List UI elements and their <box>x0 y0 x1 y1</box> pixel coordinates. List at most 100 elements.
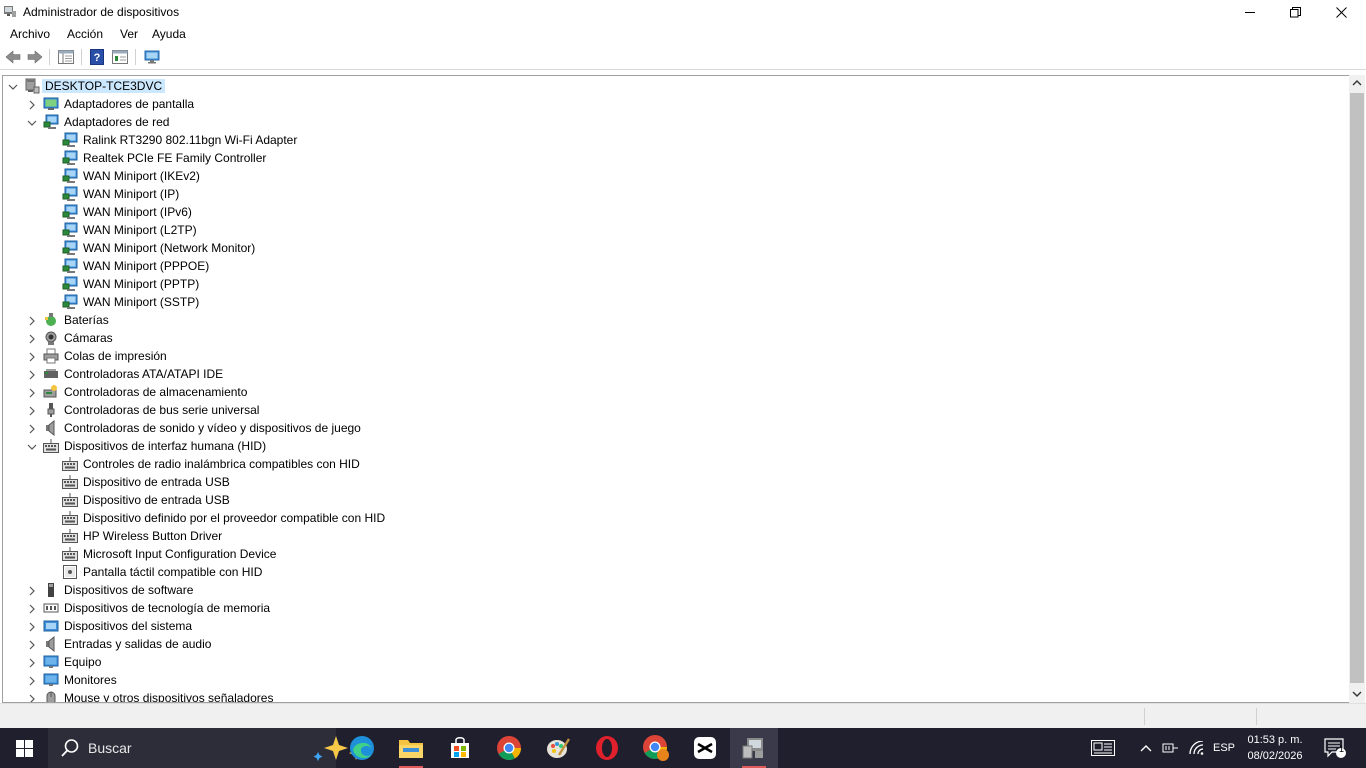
expand-toggle[interactable] <box>27 693 37 702</box>
chevron-down-icon <box>8 84 18 90</box>
expand-toggle[interactable] <box>27 639 37 650</box>
expand-toggle[interactable] <box>27 99 37 110</box>
expand-toggle[interactable] <box>27 351 37 362</box>
arrow-left-icon <box>5 50 21 64</box>
tree-category-sistema[interactable]: Dispositivos del sistema <box>3 617 1349 635</box>
tray-show-hidden-icons[interactable] <box>1136 728 1156 768</box>
menu-ayuda[interactable]: Ayuda <box>152 27 186 41</box>
tree-device-row[interactable]: WAN Miniport (PPPOE) <box>3 257 1349 275</box>
tree-category-monitores[interactable]: Monitores <box>3 671 1349 689</box>
tree-device-row[interactable]: WAN Miniport (IP) <box>3 185 1349 203</box>
start-button[interactable] <box>0 728 48 768</box>
device-tree[interactable]: DESKTOP-TCE3DVC Adaptadores de pantalla Ad… <box>2 75 1350 703</box>
taskbar-opera[interactable] <box>583 728 631 768</box>
tree-device-row[interactable]: Realtek PCIe FE Family Controller <box>3 149 1349 167</box>
help-button[interactable]: ? <box>88 48 106 66</box>
tray-power[interactable] <box>1160 728 1182 768</box>
tree-device-row[interactable]: WAN Miniport (IKEv2) <box>3 167 1349 185</box>
expand-toggle[interactable] <box>27 387 37 398</box>
restore-button[interactable] <box>1272 0 1318 24</box>
tree-device-row[interactable]: WAN Miniport (L2TP) <box>3 221 1349 239</box>
tree-category-memoria[interactable]: Dispositivos de tecnología de memoria <box>3 599 1349 617</box>
network-adapter-icon <box>62 222 78 238</box>
menu-archivo[interactable]: Archivo <box>10 27 50 41</box>
status-bar <box>0 703 1366 729</box>
tree-device-row[interactable]: Controles de radio inalámbrica compatibl… <box>3 455 1349 473</box>
tree-category-adaptadores-pantalla[interactable]: Adaptadores de pantalla <box>3 95 1349 113</box>
vertical-scrollbar[interactable] <box>1349 75 1365 703</box>
tree-category-audio[interactable]: Entradas y salidas de audio <box>3 635 1349 653</box>
tree-device-row[interactable]: HP Wireless Button Driver <box>3 527 1349 545</box>
tree-device-row[interactable]: WAN Miniport (SSTP) <box>3 293 1349 311</box>
expand-toggle[interactable] <box>27 333 37 344</box>
expand-toggle[interactable] <box>27 603 37 614</box>
tree-category-colas-impresion[interactable]: Colas de impresión <box>3 347 1349 365</box>
tree-device-row[interactable]: Ralink RT3290 802.11bgn Wi-Fi Adapter <box>3 131 1349 149</box>
forward-button[interactable] <box>26 48 44 66</box>
taskbar-file-explorer[interactable] <box>387 728 435 768</box>
properties-button[interactable] <box>111 48 129 66</box>
hid-icon <box>62 510 78 526</box>
close-button[interactable] <box>1318 0 1364 24</box>
tree-device-row[interactable]: WAN Miniport (IPv6) <box>3 203 1349 221</box>
expand-toggle[interactable] <box>27 585 37 596</box>
tree-device-row[interactable]: WAN Miniport (Network Monitor) <box>3 239 1349 257</box>
tree-category-software[interactable]: Dispositivos de software <box>3 581 1349 599</box>
tree-device-row[interactable]: WAN Miniport (PPTP) <box>3 275 1349 293</box>
monitor-scan-icon <box>144 50 159 63</box>
taskbar-edge[interactable] <box>338 728 386 768</box>
tray-notifications[interactable]: 1 <box>1320 728 1350 768</box>
back-button[interactable] <box>4 48 22 66</box>
expand-toggle[interactable] <box>27 369 37 380</box>
hid-icon <box>62 456 78 472</box>
tree-category-sonido-video[interactable]: Controladoras de sonido y vídeo y dispos… <box>3 419 1349 437</box>
expand-toggle[interactable] <box>27 315 37 326</box>
taskbar-device-manager[interactable] <box>730 728 778 768</box>
menu-accion[interactable]: Acción <box>67 27 103 41</box>
taskbar-capcut[interactable] <box>681 728 729 768</box>
tree-category-ata-atapi[interactable]: Controladoras ATA/ATAPI IDE <box>3 365 1349 383</box>
network-adapter-icon <box>43 114 59 130</box>
taskbar-chrome-profile[interactable] <box>632 728 680 768</box>
tray-news-widget[interactable] <box>1088 728 1118 768</box>
expand-toggle[interactable] <box>27 423 37 434</box>
taskbar-store[interactable] <box>436 728 484 768</box>
tree-device-row[interactable]: Pantalla táctil compatible con HID <box>3 563 1349 581</box>
expand-toggle[interactable] <box>8 81 18 91</box>
scan-hardware-changes-button[interactable] <box>143 48 161 66</box>
tree-category-camaras[interactable]: Cámaras <box>3 329 1349 347</box>
tray-language[interactable]: ESP <box>1210 728 1238 768</box>
expand-toggle[interactable] <box>27 657 37 668</box>
chevron-right-icon <box>29 586 35 596</box>
scrollbar-thumb[interactable] <box>1350 93 1364 683</box>
tree-device-row[interactable]: Dispositivo de entrada USB <box>3 473 1349 491</box>
tree-category-adaptadores-red[interactable]: Adaptadores de red <box>3 113 1349 131</box>
tree-category-hid[interactable]: Dispositivos de interfaz humana (HID) <box>3 437 1349 455</box>
taskbar-search[interactable]: Buscar <box>48 728 363 768</box>
tree-device-row[interactable]: Dispositivo de entrada USB <box>3 491 1349 509</box>
tree-root-computer[interactable]: DESKTOP-TCE3DVC <box>3 77 1349 95</box>
tray-clock[interactable]: 01:53 p. m. 08/02/2026 <box>1240 732 1310 764</box>
expand-toggle[interactable] <box>27 117 37 127</box>
taskbar-chrome[interactable] <box>485 728 533 768</box>
folder-icon <box>399 740 423 758</box>
tree-category-almacenamiento[interactable]: Controladoras de almacenamiento <box>3 383 1349 401</box>
scroll-up-icon[interactable] <box>1352 78 1362 88</box>
tree-category-baterias[interactable]: Baterías <box>3 311 1349 329</box>
tray-network[interactable] <box>1186 728 1208 768</box>
tree-device-row[interactable]: Microsoft Input Configuration Device <box>3 545 1349 563</box>
expand-toggle[interactable] <box>27 675 37 686</box>
tree-category-equipo[interactable]: Equipo <box>3 653 1349 671</box>
scroll-down-icon[interactable] <box>1352 689 1362 699</box>
tree-device-row[interactable]: Dispositivo definido por el proveedor co… <box>3 509 1349 527</box>
minimize-button[interactable] <box>1227 0 1273 24</box>
hid-icon <box>62 474 78 490</box>
tree-category-usb[interactable]: Controladoras de bus serie universal <box>3 401 1349 419</box>
expand-toggle[interactable] <box>27 405 37 416</box>
expand-toggle[interactable] <box>27 621 37 632</box>
show-hide-console-tree-button[interactable] <box>57 48 75 66</box>
menu-ver[interactable]: Ver <box>120 27 138 41</box>
tree-category-mouse[interactable]: Mouse y otros dispositivos señaladores <box>3 689 1349 702</box>
expand-toggle[interactable] <box>27 441 37 451</box>
taskbar-paint[interactable] <box>534 728 582 768</box>
